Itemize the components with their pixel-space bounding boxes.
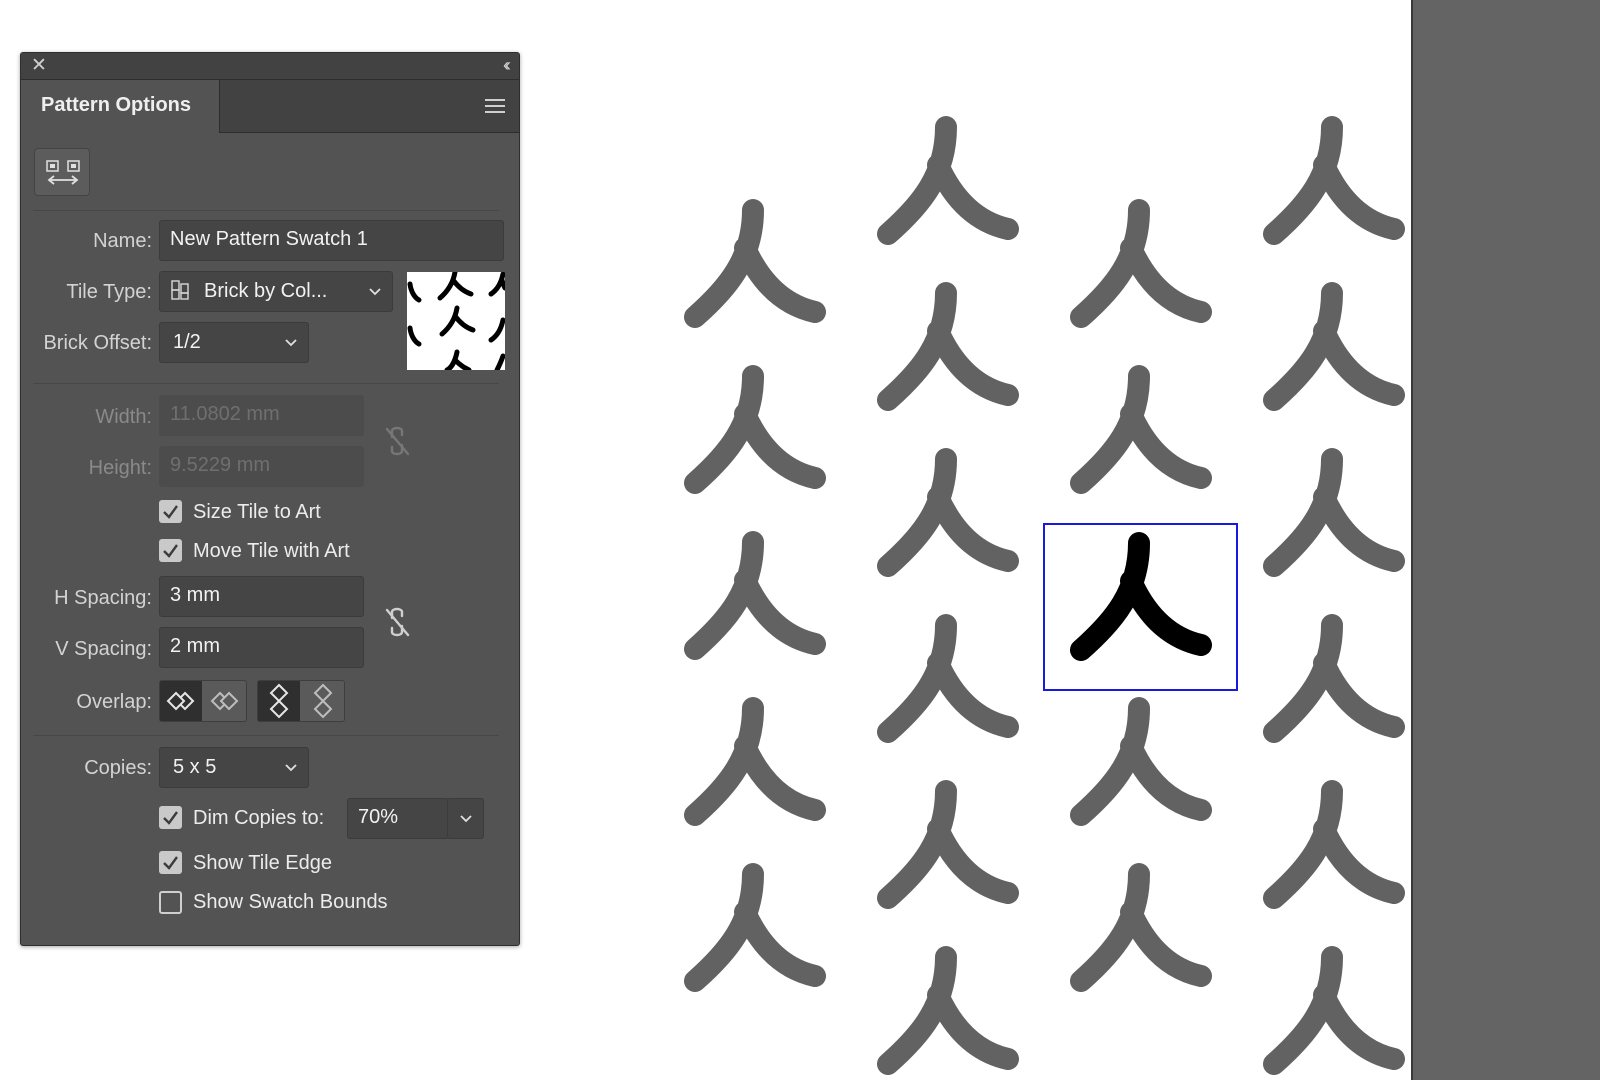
double-chevron-left-icon[interactable]: ‹‹ xyxy=(503,55,511,75)
left-in-front-icon xyxy=(166,691,195,711)
checkmark-icon xyxy=(163,544,178,558)
show-swatch-bounds-checkbox[interactable] xyxy=(159,891,182,914)
show-tile-edge-checkbox[interactable] xyxy=(159,851,182,874)
unlinked-chain-icon[interactable] xyxy=(383,604,413,640)
pattern-copy-glyph xyxy=(1081,210,1201,317)
copies-label: Copies: xyxy=(84,757,152,779)
pattern-copy-glyph xyxy=(888,625,1008,732)
pattern-copy-glyph xyxy=(695,874,815,981)
pattern-copy-glyph xyxy=(1274,459,1394,566)
brick-offset-value: 1/2 xyxy=(173,331,201,353)
pattern-copy-glyph xyxy=(888,459,1008,566)
panel-tab-row: Pattern Options xyxy=(21,80,519,133)
vertical-overlap-group xyxy=(257,680,345,722)
pattern-copy-glyph xyxy=(888,957,1008,1064)
chevron-down-icon xyxy=(460,815,472,823)
pattern-copy-glyph xyxy=(1274,625,1394,732)
dim-copies-label: Dim Copies to: xyxy=(193,807,325,829)
dim-copies-field[interactable]: 70% xyxy=(347,798,449,839)
h-spacing-field[interactable]: 3 mm xyxy=(159,576,364,617)
size-tile-to-art-label: Size Tile to Art xyxy=(193,501,321,523)
pattern-copy-glyph xyxy=(888,127,1008,234)
v-spacing-field[interactable]: 2 mm xyxy=(159,627,364,668)
chevron-down-icon xyxy=(285,339,297,347)
close-icon[interactable]: ✕ xyxy=(31,56,47,76)
panel-titlebar[interactable]: ✕ ‹‹ xyxy=(21,53,519,80)
right-in-front-button[interactable] xyxy=(204,681,246,721)
move-tile-with-art-label: Move Tile with Art xyxy=(193,540,350,562)
pattern-copy-glyph xyxy=(888,791,1008,898)
name-field[interactable]: New Pattern Swatch 1 xyxy=(159,220,504,261)
pattern-copy-glyph xyxy=(1081,376,1201,483)
brick-offset-label: Brick Offset: xyxy=(43,332,152,354)
brick-offset-dropdown[interactable]: 1/2 xyxy=(159,322,309,363)
top-in-front-icon xyxy=(269,683,289,719)
left-in-front-button[interactable] xyxy=(160,681,202,721)
width-field[interactable]: 11.0802 mm xyxy=(159,395,364,436)
show-swatch-bounds-label: Show Swatch Bounds xyxy=(193,891,388,913)
v-spacing-label: V Spacing: xyxy=(55,638,152,660)
move-tile-with-art-checkbox[interactable] xyxy=(159,539,182,562)
show-tile-edge-label: Show Tile Edge xyxy=(193,852,332,874)
hamburger-menu-icon[interactable] xyxy=(485,99,505,113)
dim-copies-checkbox[interactable] xyxy=(159,806,182,829)
pattern-tile-tool-icon xyxy=(46,160,80,185)
size-tile-to-art-checkbox[interactable] xyxy=(159,500,182,523)
bottom-in-front-icon xyxy=(313,683,333,719)
pattern-copy-glyph xyxy=(695,376,815,483)
tile-type-label: Tile Type: xyxy=(66,281,152,303)
chevron-down-icon xyxy=(369,288,381,296)
tile-glyph xyxy=(1081,543,1201,650)
tile-type-value: Brick by Col... xyxy=(204,280,328,302)
top-in-front-button[interactable] xyxy=(258,681,300,721)
pattern-copy-glyph xyxy=(1081,708,1201,815)
pattern-tile-tool-button[interactable] xyxy=(34,148,90,196)
height-label: Height: xyxy=(88,457,152,479)
right-in-front-icon xyxy=(210,691,239,711)
pattern-copy-glyph xyxy=(695,210,815,317)
width-label: Width: xyxy=(95,406,152,428)
name-label: Name: xyxy=(93,230,152,252)
divider xyxy=(33,210,499,211)
copies-dropdown[interactable]: 5 x 5 xyxy=(159,747,309,788)
unlinked-chain-icon[interactable] xyxy=(383,423,413,459)
pattern-copy-glyph xyxy=(1081,874,1201,981)
h-spacing-label: H Spacing: xyxy=(54,587,152,609)
horizontal-overlap-group xyxy=(159,680,247,722)
overlap-label: Overlap: xyxy=(76,691,152,713)
pattern-copy-glyph xyxy=(888,293,1008,400)
pattern-copy-glyph xyxy=(1274,127,1394,234)
copies-value: 5 x 5 xyxy=(173,756,217,778)
divider xyxy=(33,383,499,384)
brick-tile-icon xyxy=(171,280,189,300)
pattern-copy-glyph xyxy=(1274,957,1394,1064)
divider xyxy=(33,735,499,736)
checkmark-icon xyxy=(163,811,178,825)
tab-pattern-options[interactable]: Pattern Options xyxy=(21,80,220,133)
tile-type-dropdown[interactable]: Brick by Col... xyxy=(159,271,393,312)
canvas-gutter xyxy=(1411,0,1600,1080)
chevron-down-icon xyxy=(285,764,297,772)
pattern-swatch-preview xyxy=(407,272,505,370)
height-field[interactable]: 9.5229 mm xyxy=(159,446,364,487)
bottom-in-front-button[interactable] xyxy=(302,681,344,721)
pattern-copy-glyph xyxy=(695,542,815,649)
checkmark-icon xyxy=(163,505,178,519)
pattern-copy-glyph xyxy=(1274,293,1394,400)
pattern-copy-glyph xyxy=(695,708,815,815)
pattern-tile-original[interactable] xyxy=(1043,523,1238,691)
dim-copies-dropdown-button[interactable] xyxy=(447,798,484,839)
pattern-copy-glyph xyxy=(1274,791,1394,898)
pattern-options-panel: ✕ ‹‹ Pattern Options Name: New Pattern S… xyxy=(20,52,520,946)
checkmark-icon xyxy=(163,856,178,870)
